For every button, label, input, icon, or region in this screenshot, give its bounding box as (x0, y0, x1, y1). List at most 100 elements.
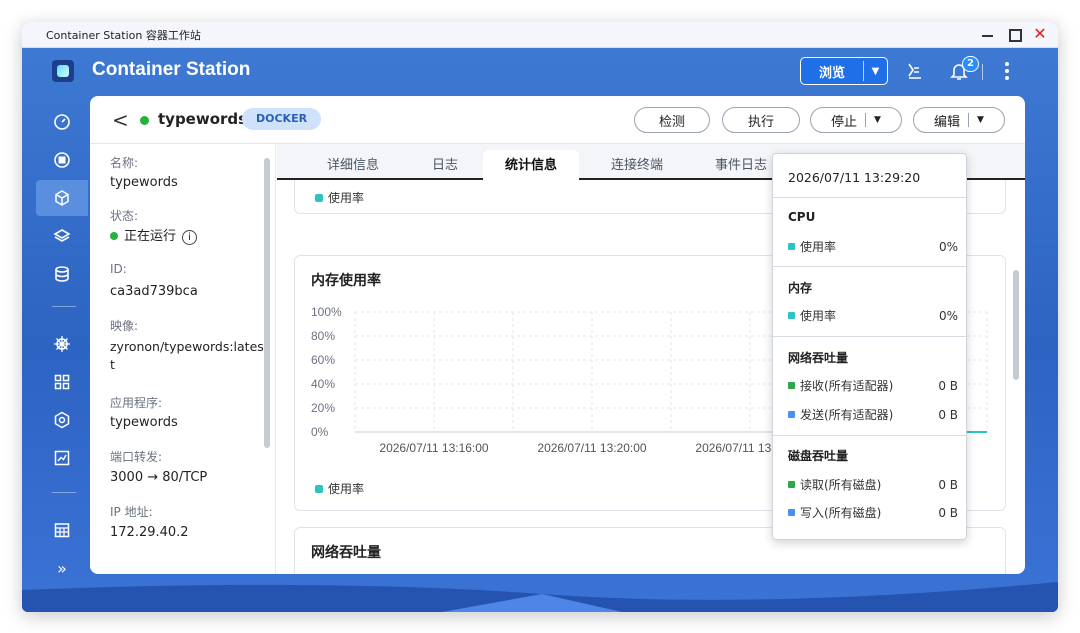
status-value: 正在运行 (124, 229, 177, 244)
sidebar-item-kubernetes[interactable] (44, 326, 80, 362)
sidebar: » (22, 94, 90, 612)
sidebar-item-layers[interactable] (44, 218, 80, 254)
memory-usage-label: 使用率 (800, 309, 837, 323)
app-window: Container Station 容器工作站 ✕ Container Stat… (22, 22, 1058, 612)
network-receive-label: 接收(所有适配器) (800, 379, 894, 393)
apps-grid-icon (54, 374, 70, 390)
name-value: typewords (110, 175, 178, 190)
tooltip-divider (773, 266, 966, 267)
y-tick-label: 20% (311, 401, 335, 415)
tooltip-memory-title: 内存 (788, 281, 813, 295)
app-title: Container Station (92, 59, 251, 80)
content-scrollbar[interactable] (1013, 270, 1019, 380)
tooltip-disk-write-row: 写入(所有磁盘) 0 B (788, 504, 958, 521)
application-label: 应用程序: (110, 396, 163, 410)
container-info-panel: 名称: typewords 状态: 正在运行 i ID: ca3ad739bca … (90, 144, 276, 574)
disk-write-swatch (788, 509, 795, 516)
id-label: ID: (110, 262, 127, 276)
browse-dropdown-icon[interactable]: ▼ (863, 61, 887, 81)
sidebar-divider (52, 492, 76, 493)
image-disc-icon (54, 152, 70, 168)
tooltip-memory-row: 使用率 0% (788, 307, 958, 324)
sidebar-item-tasks[interactable] (44, 440, 80, 476)
tab-logs[interactable]: 日志 (432, 154, 458, 173)
app-header: Container Station 浏览 ▼ 2 (22, 48, 1058, 94)
memory-swatch (788, 312, 795, 319)
more-options-icon[interactable] (1002, 60, 1012, 82)
tooltip-cpu-row: 使用率 0% (788, 238, 958, 255)
sidebar-item-dashboard[interactable] (44, 104, 80, 140)
network-receive-value: 0 B (938, 378, 958, 393)
disk-read-label: 读取(所有磁盘) (800, 478, 882, 492)
sidebar-item-storage[interactable] (44, 256, 80, 292)
container-name: typewords (158, 110, 248, 128)
tooltip-divider (773, 336, 966, 337)
application-value: typewords (110, 415, 178, 430)
info-icon[interactable]: i (182, 230, 198, 245)
window-controls: ✕ (980, 26, 1048, 42)
notification-bell-icon[interactable]: 2 (948, 56, 979, 82)
stack-icon[interactable] (904, 60, 926, 82)
disk-read-swatch (788, 481, 795, 488)
network-card-title: 网络吞吐量 (311, 545, 381, 561)
maximize-icon[interactable] (1006, 26, 1022, 42)
tab-terminal[interactable]: 连接终端 (611, 154, 663, 173)
name-label: 名称: (110, 156, 139, 170)
tooltip-cpu-title: CPU (788, 210, 816, 224)
chart-report-icon (54, 450, 70, 466)
notification-badge: 2 (962, 56, 979, 72)
image-value: zyronon/typewords:latest (110, 339, 264, 372)
window-decoration (22, 582, 1058, 612)
tooltip-divider (773, 435, 966, 436)
tab-event-log[interactable]: 事件日志 (715, 154, 767, 173)
helm-wheel-icon (54, 336, 70, 352)
sidebar-item-settings[interactable] (44, 402, 80, 438)
y-tick-label: 40% (311, 377, 335, 391)
sidebar-divider (52, 306, 76, 307)
sidebar-item-containers[interactable] (36, 180, 88, 216)
sidebar-item-calendar[interactable] (44, 512, 80, 548)
back-icon[interactable]: < (112, 108, 129, 132)
memory-legend-swatch (315, 484, 323, 493)
sidebar-item-images[interactable] (44, 142, 80, 178)
browse-button[interactable]: 浏览 ▼ (800, 57, 888, 85)
memory-card-title: 内存使用率 (311, 273, 381, 289)
sidebar-item-apps[interactable] (44, 364, 80, 400)
layers-icon (53, 229, 71, 242)
send-swatch (788, 411, 795, 418)
stop-dropdown-icon[interactable]: ▼ (865, 113, 881, 127)
disk-read-value: 0 B (938, 477, 958, 492)
inspect-button[interactable]: 检测 (634, 107, 710, 133)
close-icon[interactable]: ✕ (1032, 26, 1048, 42)
memory-legend: 使用率 (315, 480, 364, 497)
minimize-icon[interactable] (980, 26, 996, 42)
y-tick-label: 60% (311, 353, 335, 367)
edit-dropdown-icon[interactable]: ▼ (968, 113, 984, 127)
execute-button[interactable]: 执行 (722, 107, 800, 133)
status-value-row: 正在运行 i (110, 228, 266, 246)
tooltip-disk-read-row: 读取(所有磁盘) 0 B (788, 476, 958, 493)
gauge-icon (54, 114, 70, 130)
container-station-logo-icon (52, 60, 74, 82)
x-tick-label: 2026/07/11 13:16:00 (379, 441, 489, 455)
edit-button[interactable]: 编辑 ▼ (913, 107, 1005, 133)
disk-write-label: 写入(所有磁盘) (800, 506, 882, 520)
y-tick-label: 80% (311, 329, 335, 343)
port-forward-label: 端口转发: (110, 450, 163, 464)
tab-statistics[interactable]: 统计信息 (483, 150, 580, 180)
y-tick-label: 100% (311, 305, 342, 319)
y-tick-label: 0% (311, 425, 329, 439)
stop-button[interactable]: 停止 ▼ (810, 107, 902, 133)
memory-usage-value: 0% (938, 308, 958, 323)
os-title-bar: Container Station 容器工作站 ✕ (22, 22, 1058, 48)
cube-icon (55, 190, 69, 206)
id-value: ca3ad739bca (110, 284, 198, 299)
info-scrollbar[interactable] (264, 158, 270, 448)
container-header: < typewords DOCKER 检测 执行 停止 ▼ 编辑 ▼ (90, 96, 1025, 144)
tooltip-network-rx-row: 接收(所有适配器) 0 B (788, 377, 958, 394)
cpu-usage-label: 使用率 (800, 240, 837, 254)
ip-address-label: IP 地址: (110, 505, 153, 519)
receive-swatch (788, 382, 795, 389)
tab-details[interactable]: 详细信息 (327, 154, 379, 173)
port-forward-value: 3000 → 80/TCP (110, 470, 208, 485)
